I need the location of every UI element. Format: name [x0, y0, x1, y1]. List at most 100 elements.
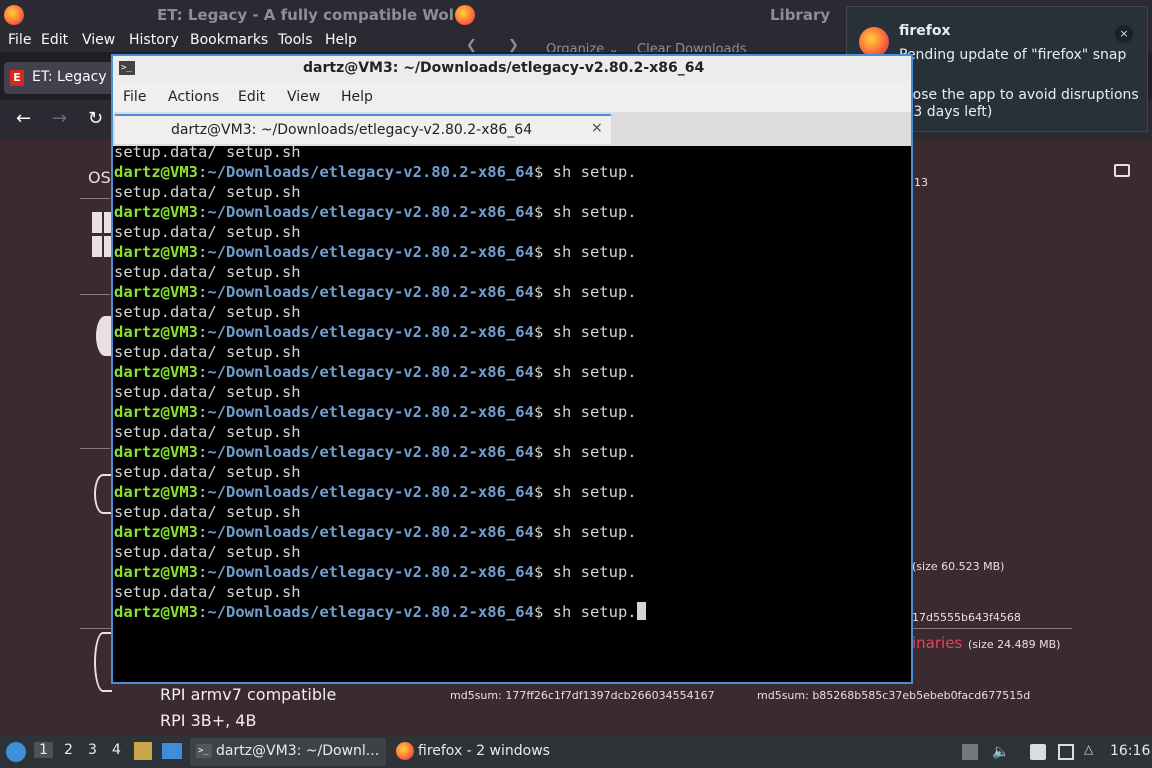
- desktop: ET: Legacy - A fully compatible Wol Libr…: [0, 0, 1152, 768]
- workspace-4[interactable]: 4: [112, 742, 121, 758]
- prompt-path: ~/Downloads/etlegacy-v2.80.2-x86_64: [207, 563, 534, 581]
- task-label: dartz@VM3: ~/Downl...: [216, 743, 380, 759]
- prompt-path: ~/Downloads/etlegacy-v2.80.2-x86_64: [207, 483, 534, 501]
- terminal-icon: >_: [119, 61, 135, 75]
- rpi-models-label: RPI 3B+, 4B: [160, 711, 257, 730]
- terminal-titlebar[interactable]: >_ dartz@VM3: ~/Downloads/etlegacy-v2.80…: [113, 56, 911, 82]
- clipboard-icon[interactable]: [1030, 744, 1046, 760]
- terminal-tab[interactable]: dartz@VM3: ~/Downloads/etlegacy-v2.80.2-…: [115, 114, 611, 144]
- prompt-user-host: dartz@VM3: [114, 603, 198, 621]
- terminal-menu-actions[interactable]: Actions: [168, 89, 219, 105]
- update-notifier-icon[interactable]: △: [1084, 742, 1100, 758]
- prompt-command: sh setup.: [552, 323, 637, 341]
- terminal-window: >_ dartz@VM3: ~/Downloads/etlegacy-v2.80…: [111, 54, 913, 684]
- terminal-menu-edit[interactable]: Edit: [238, 89, 265, 105]
- workspace-1[interactable]: 1: [34, 742, 53, 758]
- terminal-output-line: setup.data/ setup.sh: [114, 463, 301, 481]
- prompt-command: sh setup.: [552, 403, 637, 421]
- back-icon[interactable]: ←: [16, 108, 31, 129]
- close-tab-icon[interactable]: ⨯: [591, 120, 603, 136]
- taskbar: 1 2 3 4 >_ dartz@VM3: ~/Downl... firefox…: [0, 736, 1152, 768]
- menu-tools[interactable]: Tools: [278, 32, 313, 48]
- tab-et-legacy[interactable]: E ET: Legacy -: [4, 62, 124, 94]
- text-cursor: [636, 602, 646, 620]
- prompt-user-host: dartz@VM3: [114, 323, 198, 341]
- terminal-prompt-line: dartz@VM3:~/Downloads/etlegacy-v2.80.2-x…: [113, 602, 911, 622]
- eject-icon[interactable]: [962, 744, 978, 760]
- prompt-command: sh setup.: [552, 203, 637, 221]
- prompt-user-host: dartz@VM3: [114, 443, 198, 461]
- notification-app-name: firefox: [899, 23, 951, 39]
- menu-file[interactable]: File: [8, 32, 31, 48]
- md5-checksum: md5sum: 177ff26c1f7df1397dcb266034554167: [450, 689, 715, 702]
- prompt-command: sh setup.: [552, 483, 637, 501]
- terminal-output-line: setup.data/ setup.sh: [114, 583, 301, 601]
- reload-icon[interactable]: ↻: [88, 108, 103, 129]
- prompt-command: sh setup.: [552, 243, 637, 261]
- terminal-prompt-line: dartz@VM3:~/Downloads/etlegacy-v2.80.2-x…: [114, 243, 637, 261]
- prompt-user-host: dartz@VM3: [114, 483, 198, 501]
- network-icon[interactable]: [1058, 744, 1074, 760]
- folder-icon[interactable]: [1114, 164, 1130, 177]
- terminal-prompt-line: dartz@VM3:~/Downloads/etlegacy-v2.80.2-x…: [114, 363, 637, 381]
- firefox-icon: [455, 5, 475, 25]
- menu-edit[interactable]: Edit: [41, 32, 68, 48]
- prompt-user-host: dartz@VM3: [114, 283, 198, 301]
- prompt-path: ~/Downloads/etlegacy-v2.80.2-x86_64: [207, 523, 534, 541]
- firefox-icon: [859, 27, 889, 57]
- terminal-menu-help[interactable]: Help: [341, 89, 373, 105]
- prompt-path: ~/Downloads/etlegacy-v2.80.2-x86_64: [207, 603, 534, 621]
- terminal-menu-view[interactable]: View: [287, 89, 320, 105]
- workspace-2[interactable]: 2: [64, 742, 73, 758]
- terminal-output-line: setup.data/ setup.sh: [114, 423, 301, 441]
- terminal-output[interactable]: setup.data/ setup.sh dartz@VM3:~/Download…: [113, 146, 911, 682]
- close-icon[interactable]: ×: [1115, 25, 1133, 43]
- task-label: firefox - 2 windows: [418, 743, 550, 759]
- firefox-icon: [4, 5, 24, 25]
- taskbar-terminal-task[interactable]: >_ dartz@VM3: ~/Downl...: [190, 738, 386, 766]
- rpi-compatibility-label: RPI armv7 compatible: [160, 685, 337, 704]
- terminal-icon: >_: [196, 744, 212, 758]
- terminal-output-line: setup.data/ setup.sh: [114, 146, 301, 161]
- volume-icon[interactable]: 🔈: [992, 744, 1009, 760]
- workspace-3[interactable]: 3: [88, 742, 97, 758]
- start-menu-icon[interactable]: [6, 742, 26, 762]
- divider: [80, 448, 110, 449]
- prompt-user-host: dartz@VM3: [114, 523, 198, 541]
- terminal-menubar: File Actions Edit View Help: [113, 82, 911, 112]
- linux-logo-icon: [94, 474, 112, 514]
- terminal-tab-label: dartz@VM3: ~/Downloads/etlegacy-v2.80.2-…: [171, 122, 533, 138]
- menu-bookmarks[interactable]: Bookmarks: [190, 32, 268, 48]
- terminal-prompt-line: dartz@VM3:~/Downloads/etlegacy-v2.80.2-x…: [114, 323, 637, 341]
- prompt-user-host: dartz@VM3: [114, 243, 198, 261]
- download-size: (size 24.489 MB): [968, 638, 1061, 651]
- prompt-path: ~/Downloads/etlegacy-v2.80.2-x86_64: [207, 443, 534, 461]
- library-toolbar: ❮ ❯ Organize ⌄ Clear Downloads: [450, 30, 850, 57]
- terminal-tabbar: dartz@VM3: ~/Downloads/etlegacy-v2.80.2-…: [113, 112, 911, 146]
- prompt-command: sh setup.: [552, 363, 637, 381]
- binaries-link[interactable]: inaries: [912, 634, 962, 652]
- menu-view[interactable]: View: [82, 32, 115, 48]
- prompt-command: sh setup.: [552, 163, 637, 181]
- prompt-path: ~/Downloads/etlegacy-v2.80.2-x86_64: [207, 163, 534, 181]
- forward-icon[interactable]: →: [52, 108, 67, 129]
- terminal-menu-file[interactable]: File: [123, 89, 146, 105]
- firefox-window-title: ET: Legacy - A fully compatible Wol: [157, 6, 454, 24]
- back-arrow-icon[interactable]: ❮: [466, 38, 477, 53]
- show-desktop-icon[interactable]: [162, 743, 182, 759]
- md5-checksum: md5sum: b85268b585c37eb5ebeb0facd677515d: [757, 689, 1031, 702]
- divider: [80, 198, 110, 199]
- prompt-user-host: dartz@VM3: [114, 403, 198, 421]
- clock[interactable]: 16:16: [1110, 743, 1150, 759]
- file-manager-icon[interactable]: [134, 742, 152, 760]
- prompt-command: sh setup.: [552, 523, 637, 541]
- terminal-output-line: setup.data/ setup.sh: [114, 183, 301, 201]
- forward-arrow-icon[interactable]: ❯: [508, 38, 519, 53]
- prompt-command: sh setup.: [552, 283, 637, 301]
- firefox-icon: [396, 742, 414, 760]
- menu-history[interactable]: History: [129, 32, 179, 48]
- terminal-prompt-line: dartz@VM3:~/Downloads/etlegacy-v2.80.2-x…: [114, 203, 637, 221]
- menu-help[interactable]: Help: [325, 32, 357, 48]
- prompt-user-host: dartz@VM3: [114, 163, 198, 181]
- taskbar-firefox-task[interactable]: firefox - 2 windows: [390, 738, 560, 766]
